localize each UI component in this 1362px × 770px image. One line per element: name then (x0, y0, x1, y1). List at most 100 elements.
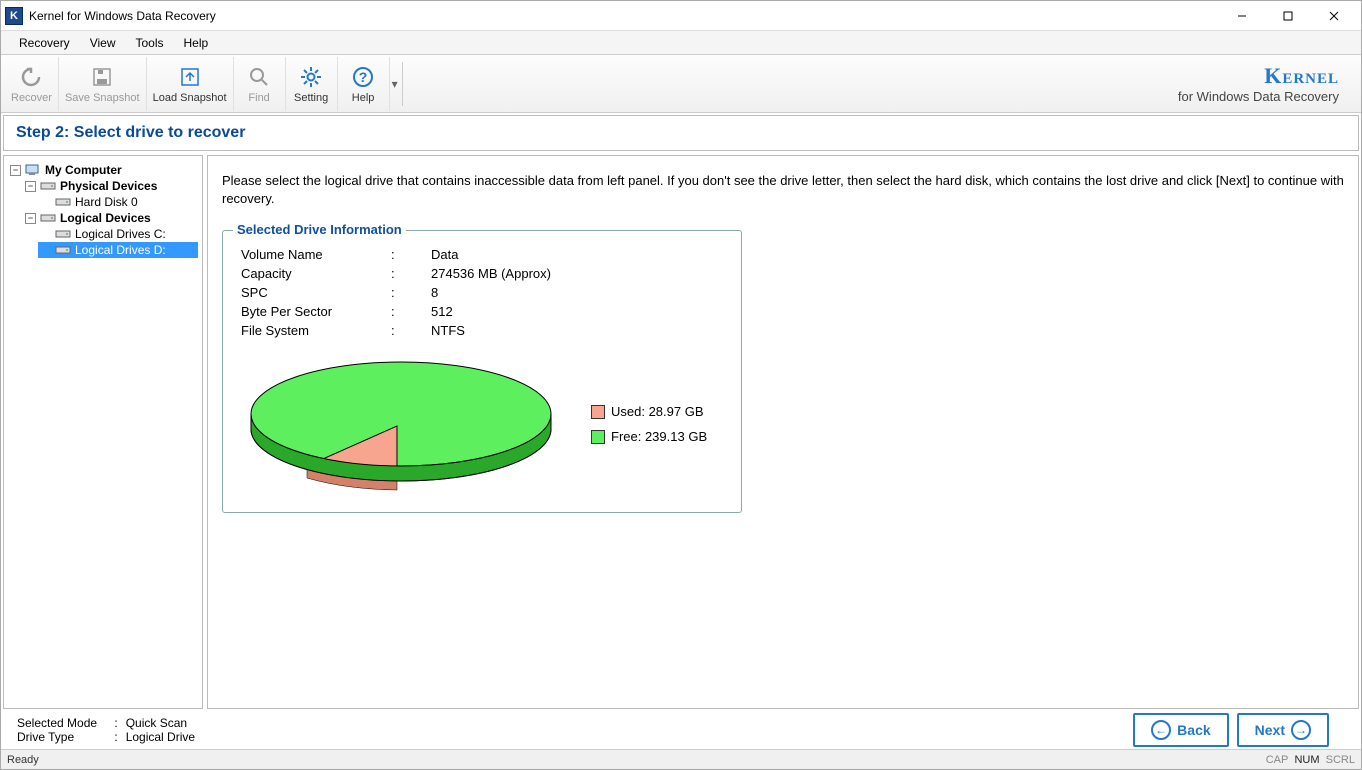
cap-indicator: CAP (1266, 754, 1289, 766)
load-snapshot-icon (177, 64, 203, 90)
disk-icon (55, 196, 71, 208)
info-label: Capacity (241, 266, 391, 281)
info-label: SPC (241, 285, 391, 300)
selected-mode-label: Selected Mode (17, 716, 111, 730)
maximize-button[interactable] (1265, 1, 1311, 31)
menu-view[interactable]: View (80, 32, 126, 54)
help-button[interactable]: ? Help (338, 57, 390, 111)
save-snapshot-icon (89, 64, 115, 90)
tree-physical-label: Physical Devices (60, 179, 157, 193)
drive-icon (40, 180, 56, 192)
computer-icon (25, 164, 41, 176)
find-button: Find (234, 57, 286, 111)
drive-info-heading: Selected Drive Information (233, 222, 406, 237)
info-row: Volume Name:Data (241, 245, 723, 264)
app-window: K Kernel for Windows Data Recovery Recov… (0, 0, 1362, 770)
info-label: Volume Name (241, 247, 391, 262)
device-tree[interactable]: − My Computer − Physical Devices Hard Di… (3, 155, 203, 709)
setting-button[interactable]: Setting (286, 57, 338, 111)
drive-type-label: Drive Type (17, 730, 111, 744)
info-label: File System (241, 323, 391, 338)
tree-root[interactable]: − My Computer (8, 162, 198, 178)
toolbar: Recover Save Snapshot Load Snapshot Find… (1, 55, 1361, 113)
save-snapshot-label: Save Snapshot (65, 92, 140, 104)
selected-mode-value: Quick Scan (126, 716, 187, 730)
recover-label: Recover (11, 92, 52, 104)
brand-name: Kernel (1178, 63, 1339, 89)
legend-free-swatch (591, 430, 605, 444)
collapse-icon[interactable]: − (25, 181, 36, 192)
legend-used-label: Used: 28.97 GB (611, 404, 704, 419)
help-label: Help (352, 92, 375, 104)
help-dropdown[interactable]: ▾ (390, 57, 400, 111)
step-header: Step 2: Select drive to recover (3, 115, 1359, 151)
back-label: Back (1177, 722, 1210, 738)
chart-legend: Used: 28.97 GB Free: 239.13 GB (591, 394, 707, 454)
load-snapshot-label: Load Snapshot (153, 92, 227, 104)
tree-logical-label: Logical Devices (60, 211, 151, 225)
footer-bar: Selected Mode : Quick Scan Drive Type : … (1, 711, 1361, 749)
titlebar: K Kernel for Windows Data Recovery (1, 1, 1361, 31)
menu-tools[interactable]: Tools (125, 32, 173, 54)
recover-button: Recover (5, 57, 59, 111)
info-row: SPC:8 (241, 283, 723, 302)
menu-help[interactable]: Help (174, 32, 219, 54)
info-row: Byte Per Sector:512 (241, 302, 723, 321)
close-button[interactable] (1311, 1, 1357, 31)
status-ready: Ready (7, 754, 39, 766)
disk-icon (55, 244, 71, 256)
legend-used: Used: 28.97 GB (591, 404, 707, 419)
drive-info-panel: Selected Drive Information Volume Name:D… (222, 230, 742, 513)
drive-type-value: Logical Drive (126, 730, 195, 744)
load-snapshot-button[interactable]: Load Snapshot (147, 57, 234, 111)
arrow-left-icon: ← (1151, 720, 1171, 740)
legend-free-label: Free: 239.13 GB (611, 429, 707, 444)
disk-icon (55, 228, 71, 240)
info-value: Data (431, 247, 458, 262)
collapse-icon[interactable]: − (25, 213, 36, 224)
brand-subtitle: for Windows Data Recovery (1178, 89, 1339, 104)
tree-drive-d-label: Logical Drives D: (75, 243, 166, 257)
info-row: Capacity:274536 MB (Approx) (241, 264, 723, 283)
recover-icon (18, 64, 44, 90)
find-icon (246, 64, 272, 90)
info-row: File System:NTFS (241, 321, 723, 340)
tree-hd0[interactable]: Hard Disk 0 (38, 194, 198, 210)
num-indicator: NUM (1294, 754, 1319, 766)
legend-free: Free: 239.13 GB (591, 429, 707, 444)
tree-physical[interactable]: − Physical Devices (23, 178, 198, 194)
content-pane: Please select the logical drive that con… (207, 155, 1359, 709)
gear-icon (298, 64, 324, 90)
instruction-text: Please select the logical drive that con… (222, 172, 1344, 208)
main-area: − My Computer − Physical Devices Hard Di… (3, 155, 1359, 709)
menubar: Recovery View Tools Help (1, 31, 1361, 55)
find-label: Find (248, 92, 269, 104)
back-button[interactable]: ← Back (1133, 713, 1228, 747)
save-snapshot-button: Save Snapshot (59, 57, 147, 111)
tree-drive-c[interactable]: Logical Drives C: (38, 226, 198, 242)
next-button[interactable]: Next → (1237, 713, 1329, 747)
tree-root-label: My Computer (45, 163, 122, 177)
arrow-right-icon: → (1291, 720, 1311, 740)
collapse-icon[interactable]: − (10, 165, 21, 176)
info-value: 274536 MB (Approx) (431, 266, 551, 281)
scrl-indicator: SCRL (1326, 754, 1355, 766)
tree-logical[interactable]: − Logical Devices (23, 210, 198, 226)
minimize-button[interactable] (1219, 1, 1265, 31)
next-label: Next (1255, 722, 1285, 738)
info-value: 8 (431, 285, 438, 300)
menu-recovery[interactable]: Recovery (9, 32, 80, 54)
brand-logo: Kernel for Windows Data Recovery (1178, 63, 1339, 104)
drive-icon (40, 212, 56, 224)
tree-hd0-label: Hard Disk 0 (75, 195, 138, 209)
svg-text:?: ? (359, 69, 368, 85)
usage-pie-chart (241, 354, 561, 494)
info-label: Byte Per Sector (241, 304, 391, 319)
tree-drive-d[interactable]: Logical Drives D: (38, 242, 198, 258)
info-value: 512 (431, 304, 453, 319)
info-value: NTFS (431, 323, 465, 338)
statusbar: Ready CAP NUM SCRL (1, 749, 1361, 769)
keyboard-indicators: CAP NUM SCRL (1266, 754, 1355, 766)
setting-label: Setting (294, 92, 328, 104)
tree-drive-c-label: Logical Drives C: (75, 227, 166, 241)
